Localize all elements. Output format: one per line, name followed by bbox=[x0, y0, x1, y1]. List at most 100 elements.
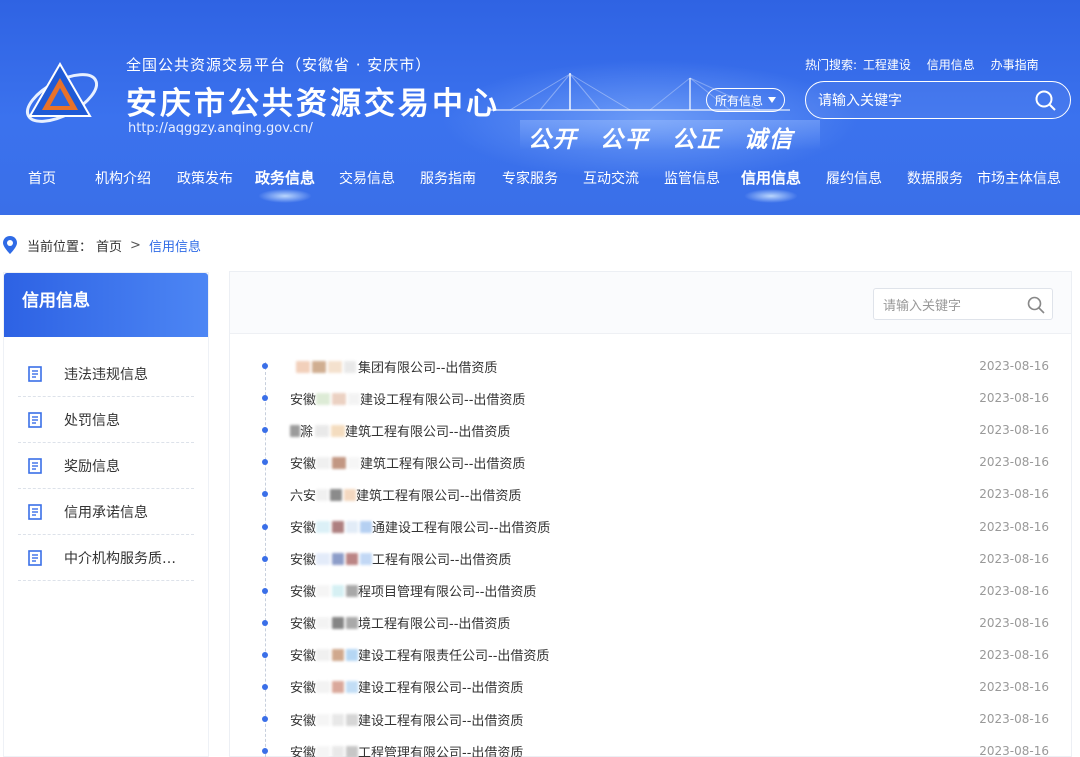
list-item-date: 2023-08-16 bbox=[979, 423, 1049, 438]
hot-search-link[interactable]: 工程建设 bbox=[863, 58, 911, 72]
nav-item-experts[interactable]: 专家服务 bbox=[502, 168, 558, 188]
list-item-title[interactable]: 安徽 建设工程有限公司--出借资质 bbox=[290, 677, 523, 696]
search-icon[interactable] bbox=[1026, 295, 1046, 315]
nav-item-credit[interactable]: 信用信息 bbox=[741, 167, 801, 203]
hot-search-link[interactable]: 信用信息 bbox=[927, 58, 975, 72]
list-item[interactable]: 六安 建筑工程有限公司--出借资质 2023-08-16 bbox=[230, 478, 1073, 510]
sidebar-title: 信用信息 bbox=[4, 273, 208, 337]
list-item-title[interactable]: 安徽 程项目管理有限公司--出借资质 bbox=[290, 581, 536, 600]
list-item[interactable]: 安徽 工程管理有限公司--出借资质 2023-08-16 bbox=[230, 735, 1073, 757]
breadcrumb-label: 当前位置： bbox=[27, 239, 93, 255]
hot-search-link[interactable]: 办事指南 bbox=[991, 58, 1039, 72]
credit-list: 集团有限公司--出借资质 2023-08-16 安徽 建设工程有限公司--出借资质… bbox=[230, 350, 1073, 757]
sidebar-menu: 违法违规信息 处罚信息 奖励信息 信用承诺信息 中介机构服务质… bbox=[4, 337, 208, 581]
list-item-title[interactable]: 安徽 通建设工程有限公司--出借资质 bbox=[290, 517, 550, 536]
list-item-title[interactable]: 安徽 工程有限公司--出借资质 bbox=[290, 549, 511, 568]
nav-item-interaction[interactable]: 互动交流 bbox=[583, 168, 639, 188]
sidebar-item-agency-quality[interactable]: 中介机构服务质… bbox=[18, 535, 194, 581]
slogan-word: 公开 bbox=[528, 126, 578, 153]
list-item[interactable]: 集团有限公司--出借资质 2023-08-16 bbox=[230, 350, 1073, 382]
bullet-dot bbox=[262, 523, 268, 530]
list-item[interactable]: 安徽 通建设工程有限公司--出借资质 2023-08-16 bbox=[230, 510, 1073, 542]
breadcrumb: 当前位置： 首页 > 信用信息 bbox=[3, 234, 201, 256]
bullet-dot bbox=[262, 363, 268, 370]
list-item-date: 2023-08-16 bbox=[979, 647, 1049, 662]
header-search-input[interactable]: 请输入关键字 bbox=[805, 81, 1071, 119]
bullet-dot bbox=[262, 651, 268, 658]
nav-item-government[interactable]: 政务信息 bbox=[255, 167, 315, 203]
sidebar-item-commitment[interactable]: 信用承诺信息 bbox=[18, 489, 194, 535]
list-item[interactable]: 安徽 建设工程有限公司--出借资质 2023-08-16 bbox=[230, 671, 1073, 703]
list-item[interactable]: 安徽 建设工程有限公司--出借资质 2023-08-16 bbox=[230, 703, 1073, 735]
list-item-date: 2023-08-16 bbox=[979, 615, 1049, 630]
list-item-date: 2023-08-16 bbox=[979, 455, 1049, 470]
list-item[interactable]: 安徽 程项目管理有限公司--出借资质 2023-08-16 bbox=[230, 575, 1073, 607]
chevron-down-icon bbox=[768, 97, 776, 103]
list-item-date: 2023-08-16 bbox=[979, 391, 1049, 406]
list-item-title[interactable]: 集团有限公司--出借资质 bbox=[290, 357, 497, 376]
sidebar-item-label: 处罚信息 bbox=[64, 412, 120, 429]
content-panel: 请输入关键字 集团有限公司--出借资质 2023-08-16 安徽 建设工程有限公… bbox=[229, 271, 1072, 757]
nav-item-performance[interactable]: 履约信息 bbox=[826, 168, 882, 188]
nav-item-data[interactable]: 数据服务 bbox=[907, 168, 963, 188]
nav-item-policy[interactable]: 政策发布 bbox=[177, 168, 233, 188]
bullet-dot bbox=[262, 555, 268, 562]
list-item-title[interactable]: 安徽 境工程有限公司--出借资质 bbox=[290, 613, 510, 632]
list-item-title[interactable]: 安徽 工程管理有限公司--出借资质 bbox=[290, 742, 523, 757]
slogan-word: 公正 bbox=[672, 126, 723, 153]
sidebar-item-violations[interactable]: 违法违规信息 bbox=[18, 351, 194, 397]
list-item-title[interactable]: 六安 建筑工程有限公司--出借资质 bbox=[290, 485, 521, 504]
sidebar-item-label: 奖励信息 bbox=[64, 458, 120, 475]
list-item-date: 2023-08-16 bbox=[979, 551, 1049, 566]
document-icon bbox=[28, 549, 42, 566]
location-pin-icon bbox=[3, 236, 17, 254]
list-search-input[interactable]: 请输入关键字 bbox=[873, 288, 1053, 320]
document-icon bbox=[28, 457, 42, 474]
slogan-word: 诚信 bbox=[744, 126, 795, 153]
list-item-date: 2023-08-16 bbox=[979, 744, 1049, 757]
list-item-date: 2023-08-16 bbox=[979, 679, 1049, 694]
nav-item-trading[interactable]: 交易信息 bbox=[339, 168, 395, 188]
search-icon[interactable] bbox=[1034, 89, 1058, 113]
list-item-title[interactable]: 安徽 建筑工程有限公司--出借资质 bbox=[290, 453, 525, 472]
nav-item-supervision[interactable]: 监管信息 bbox=[664, 168, 720, 188]
site-logo[interactable] bbox=[20, 58, 104, 128]
list-item-date: 2023-08-16 bbox=[979, 487, 1049, 502]
site-title: 安庆市公共资源交易中心 bbox=[126, 86, 500, 122]
nav-item-guide[interactable]: 服务指南 bbox=[420, 168, 476, 188]
main-nav: 首页 机构介绍 政策发布 政务信息 交易信息 服务指南 专家服务 互动交流 监管… bbox=[0, 160, 1080, 203]
list-item[interactable]: 滁建筑工程有限公司--出借资质 2023-08-16 bbox=[230, 414, 1073, 446]
list-item[interactable]: 安徽 建设工程有限公司--出借资质 2023-08-16 bbox=[230, 382, 1073, 414]
bullet-dot bbox=[262, 716, 268, 723]
hot-search: 热门搜索: 工程建设 信用信息 办事指南 bbox=[805, 56, 1051, 73]
list-search-placeholder: 请输入关键字 bbox=[883, 298, 962, 314]
bullet-dot bbox=[262, 395, 268, 402]
nav-item-market[interactable]: 市场主体信息 bbox=[977, 168, 1061, 188]
site-url: http://aqggzy.anqing.gov.cn/ bbox=[128, 121, 313, 136]
nav-item-home[interactable]: 首页 bbox=[28, 168, 56, 188]
list-item-title[interactable]: 滁建筑工程有限公司--出借资质 bbox=[290, 421, 510, 440]
slogan: 公开 公平 公正 诚信 bbox=[528, 120, 806, 154]
document-icon bbox=[28, 411, 42, 428]
list-item-title[interactable]: 安徽 建设工程有限公司--出借资质 bbox=[290, 389, 525, 408]
list-item[interactable]: 安徽 建筑工程有限公司--出借资质 2023-08-16 bbox=[230, 446, 1073, 478]
bullet-dot bbox=[262, 619, 268, 626]
sidebar-item-penalty[interactable]: 处罚信息 bbox=[18, 397, 194, 443]
list-item[interactable]: 安徽 境工程有限公司--出借资质 2023-08-16 bbox=[230, 607, 1073, 639]
list-item[interactable]: 安徽 工程有限公司--出借资质 2023-08-16 bbox=[230, 543, 1073, 575]
breadcrumb-current[interactable]: 信用信息 bbox=[149, 236, 201, 255]
list-item[interactable]: 安徽 建设工程有限责任公司--出借资质 2023-08-16 bbox=[230, 639, 1073, 671]
document-icon bbox=[28, 365, 42, 382]
sidebar-item-label: 中介机构服务质… bbox=[64, 550, 176, 567]
slogan-word: 公平 bbox=[600, 126, 651, 153]
list-item-title[interactable]: 安徽 建设工程有限责任公司--出借资质 bbox=[290, 645, 549, 664]
sidebar-item-rewards[interactable]: 奖励信息 bbox=[18, 443, 194, 489]
document-icon bbox=[28, 503, 42, 520]
nav-item-about[interactable]: 机构介绍 bbox=[95, 168, 151, 188]
search-placeholder: 请输入关键字 bbox=[818, 93, 902, 109]
search-scope-select[interactable]: 所有信息 bbox=[706, 88, 785, 112]
list-item-title[interactable]: 安徽 建设工程有限公司--出借资质 bbox=[290, 710, 523, 729]
sidebar-item-label: 违法违规信息 bbox=[64, 366, 148, 383]
breadcrumb-home[interactable]: 首页 bbox=[96, 236, 122, 255]
bullet-dot bbox=[262, 748, 268, 755]
